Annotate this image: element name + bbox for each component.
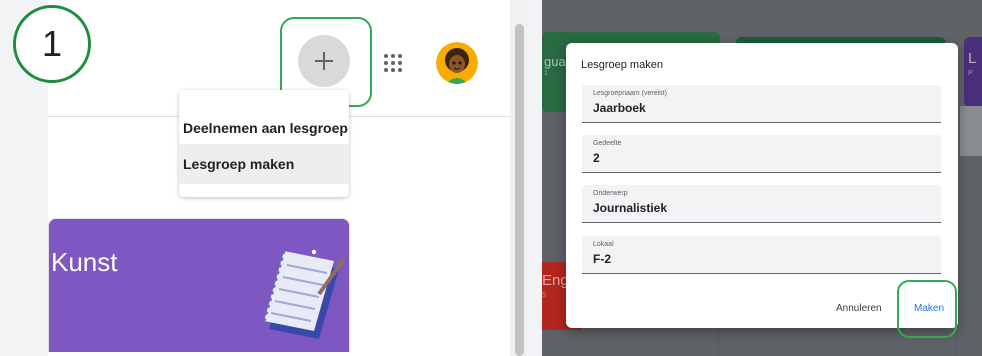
subject-field[interactable]: Onderwerp Journalistiek [582,185,941,223]
background-class-card [964,37,982,107]
field-value: 2 [593,151,600,165]
background-class-card [960,106,982,156]
user-avatar-icon [436,42,478,84]
field-label: Gedeelte [593,140,622,147]
apps-grid-icon[interactable] [383,53,403,73]
background-card-title: Eng [542,272,569,289]
class-card-title: Kunst [51,247,118,277]
section-field[interactable]: Gedeelte 2 [582,135,941,173]
scrollbar-thumb[interactable] [515,24,524,356]
add-menu: Deelnemen aan lesgroep Lesgroep maken [179,90,349,197]
background-card-title: L [968,50,977,67]
background-card-subtitle: 5 [542,292,546,299]
background-card-subtitle: P [968,70,973,77]
field-value: Jaarboek [593,101,646,115]
field-label: Lesgroepnaam (vereist) [593,90,667,97]
background-card-title: gua [544,54,566,69]
cancel-button[interactable]: Annuleren [836,303,882,314]
notebook-illustration-icon [262,250,346,339]
step-highlight-create [897,280,957,338]
dialog-title: Lesgroep maken [581,59,663,71]
field-value: F-2 [593,252,611,266]
avatar[interactable] [436,42,478,84]
left-panel: Deelnemen aan lesgroep Lesgroep maken Ku… [0,0,516,356]
class-name-field[interactable]: Lesgroepnaam (vereist) Jaarboek [582,85,941,123]
class-card-footer [48,352,350,356]
field-label: Lokaal [593,241,614,248]
menu-item-join-class[interactable]: Deelnemen aan lesgroep [179,108,349,148]
step-number: 1 [41,23,63,64]
step-number-badge: 1 [13,5,91,83]
class-card[interactable]: Kunst [48,218,350,356]
tutorial-screenshot: Deelnemen aan lesgroep Lesgroep maken Ku… [0,0,982,356]
room-field[interactable]: Lokaal F-2 [582,236,941,274]
field-label: Onderwerp [593,190,628,197]
field-value: Journalistiek [593,201,668,215]
background-card-subtitle: 1 [544,70,548,77]
menu-item-create-class[interactable]: Lesgroep maken [179,144,349,184]
